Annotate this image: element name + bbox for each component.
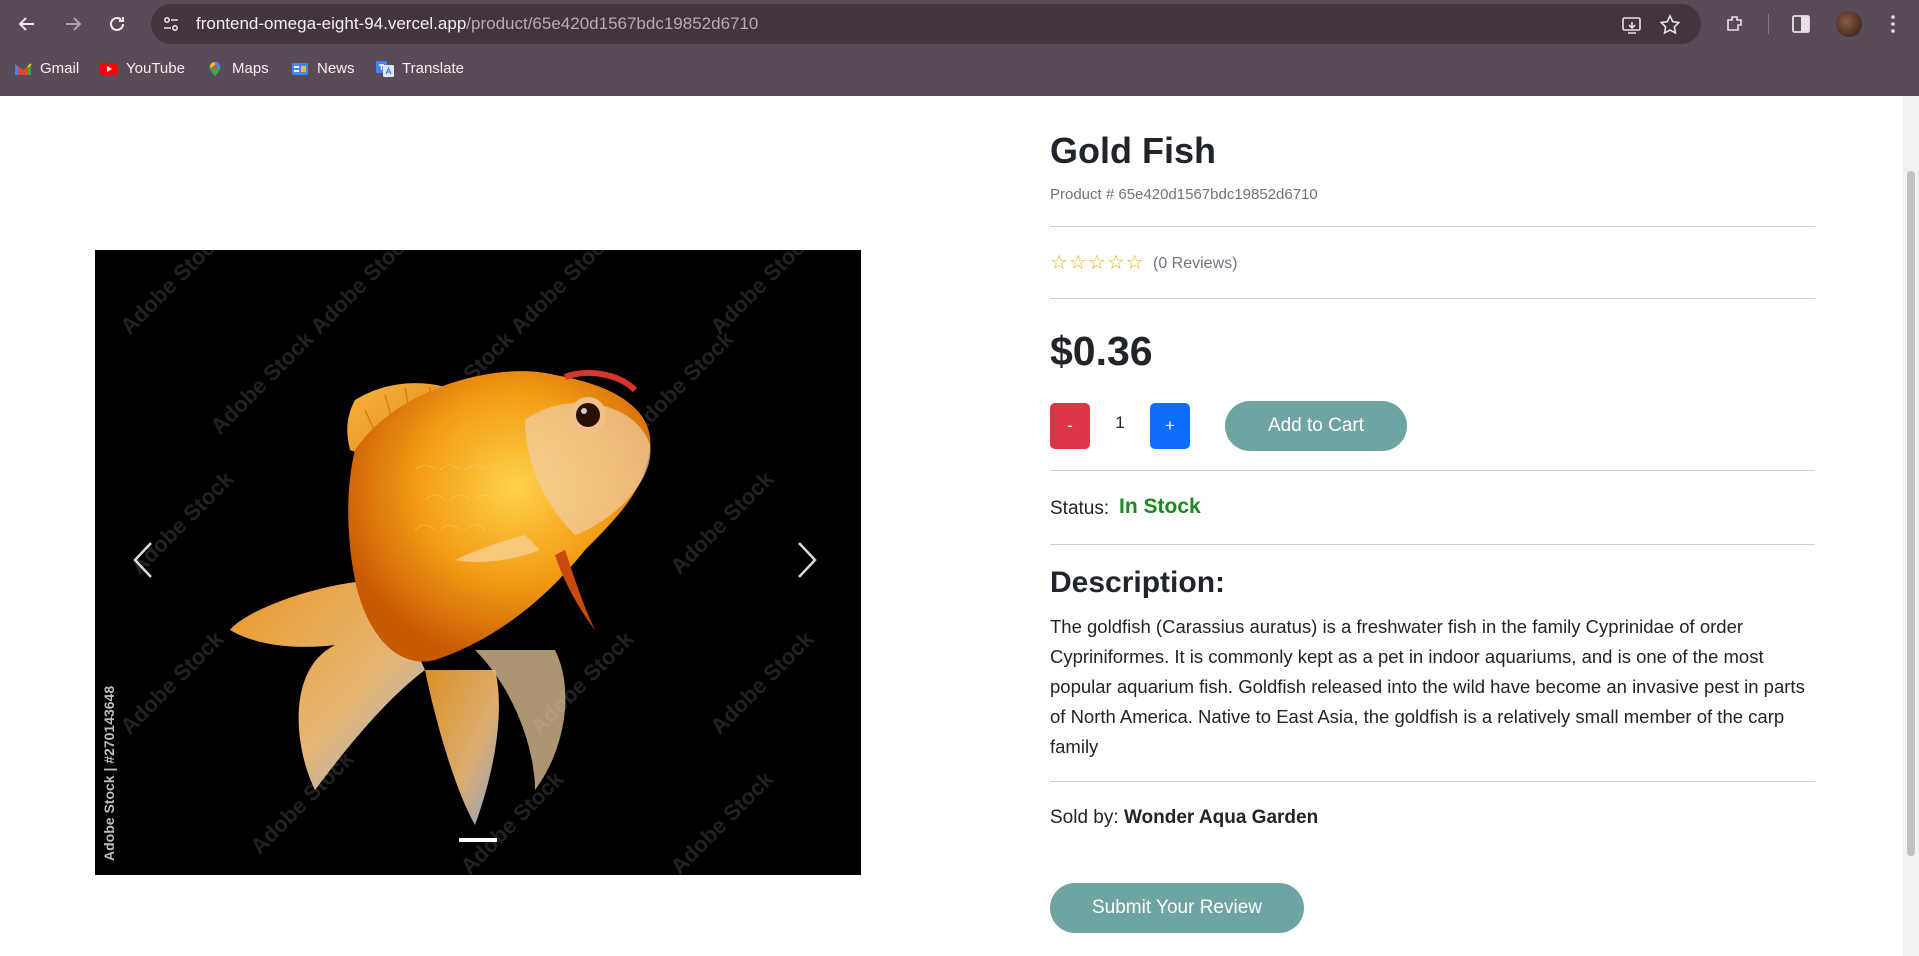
side-panel-icon[interactable]: [1790, 13, 1812, 35]
product-title: Gold Fish: [1050, 130, 1216, 171]
page-scrollbar[interactable]: [1903, 96, 1919, 956]
browser-toolbar: frontend-omega-eight-94.vercel.app/produ…: [0, 0, 1919, 48]
address-bar[interactable]: frontend-omega-eight-94.vercel.app/produ…: [151, 4, 1701, 44]
stock-id-label: Adobe Stock | #270143648: [101, 685, 117, 861]
maps-icon: [209, 61, 221, 76]
goldfish-image: [230, 370, 651, 825]
bookmark-star-icon[interactable]: [1659, 14, 1681, 36]
sold-by-label: Sold by:: [1050, 807, 1119, 828]
divider: [1050, 298, 1815, 299]
quantity-value[interactable]: 1: [1102, 413, 1138, 433]
product-price: $0.36: [1050, 328, 1153, 374]
arrow-right-icon: [66, 17, 82, 31]
divider: [1050, 781, 1815, 782]
seller-name: Wonder Aqua Garden: [1123, 807, 1319, 828]
decrease-quantity-button[interactable]: -: [1050, 403, 1090, 449]
extensions-icon[interactable]: [1724, 13, 1746, 35]
description-text: The goldfish (Carassius auratus) is a fr…: [1050, 616, 1805, 757]
bookmark-label: YouTube: [126, 60, 185, 77]
forward-button[interactable]: [59, 10, 87, 38]
reload-icon: [110, 16, 124, 31]
chevron-left-icon: [133, 542, 152, 578]
divider: [1050, 470, 1815, 471]
star-empty-icon: ☆: [1125, 252, 1144, 274]
product-id: Product # 65e420d1567bdc19852d6710: [1050, 186, 1318, 203]
star-empty-icon: ☆: [1050, 252, 1068, 274]
bookmark-gmail[interactable]: Gmail: [14, 60, 79, 77]
back-button[interactable]: [13, 10, 41, 38]
rating-stars: ☆ ☆ ☆ ☆ ☆: [1050, 253, 1144, 273]
gmail-icon: [15, 62, 32, 75]
divider: [1050, 226, 1815, 227]
translate-icon: [376, 60, 394, 77]
url-text[interactable]: frontend-omega-eight-94.vercel.app/produ…: [196, 14, 758, 34]
product-image-carousel[interactable]: Adobe Stock Adobe Stock Adobe Stock Adob…: [95, 250, 861, 875]
menu-kebab-icon[interactable]: [1882, 13, 1904, 35]
reload-button[interactable]: [103, 10, 131, 38]
profile-avatar[interactable]: [1836, 11, 1862, 37]
bookmark-label: News: [317, 60, 355, 77]
divider: [1050, 544, 1815, 545]
increase-quantity-button[interactable]: +: [1150, 403, 1190, 449]
carousel-prev-button[interactable]: [125, 535, 165, 585]
sold-by: Sold by: Wonder Aqua Garden: [1050, 807, 1318, 829]
status-label: Status:: [1050, 498, 1110, 519]
scrollbar-thumb[interactable]: [1907, 171, 1915, 856]
bookmark-news[interactable]: News: [291, 60, 355, 77]
bookmark-translate[interactable]: Translate: [376, 60, 464, 77]
description-heading: Description:: [1050, 566, 1226, 599]
bookmark-label: Maps: [232, 60, 269, 77]
bookmark-label: Translate: [402, 60, 464, 77]
url-path: /product/65e420d1567bdc19852d6710: [466, 14, 759, 33]
star-empty-icon: ☆: [1106, 252, 1125, 274]
stock-status: In Stock: [1119, 495, 1201, 518]
carousel-next-button[interactable]: [785, 535, 825, 585]
review-count: (0 Reviews): [1153, 255, 1238, 272]
carousel-indicator[interactable]: [459, 838, 497, 842]
arrow-left-icon: [18, 17, 34, 31]
youtube-icon: [100, 62, 118, 75]
site-info-icon[interactable]: [161, 14, 181, 34]
star-empty-icon: ☆: [1087, 252, 1106, 274]
add-to-cart-button[interactable]: Add to Cart: [1225, 401, 1407, 451]
url-host: frontend-omega-eight-94.vercel.app: [196, 14, 467, 33]
bookmark-youtube[interactable]: YouTube: [100, 60, 185, 77]
browser-chrome: frontend-omega-eight-94.vercel.app/produ…: [0, 0, 1919, 96]
submit-review-button[interactable]: Submit Your Review: [1050, 883, 1304, 933]
install-app-icon[interactable]: [1621, 14, 1643, 36]
bookmark-label: Gmail: [40, 60, 80, 77]
toolbar-divider: [1768, 14, 1769, 34]
news-icon: [292, 62, 308, 75]
star-empty-icon: ☆: [1068, 252, 1087, 274]
chevron-right-icon: [798, 542, 817, 578]
bookmark-maps[interactable]: Maps: [206, 60, 269, 77]
